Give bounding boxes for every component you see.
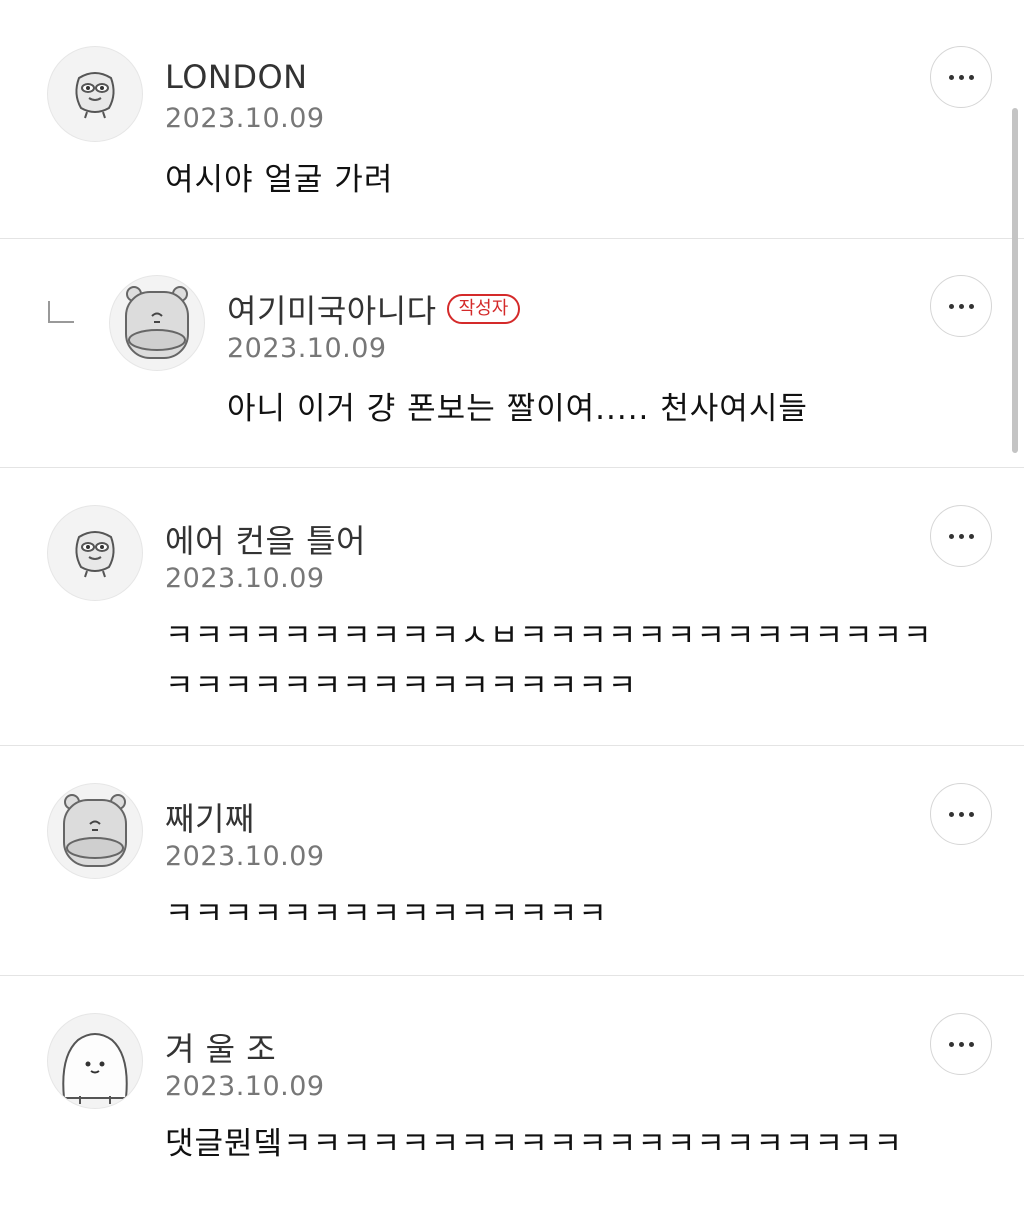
avatar[interactable] <box>47 505 143 601</box>
comment-item: 겨 울 조 2023.10.09 댓글뭔뎈ㅋㅋㅋㅋㅋㅋㅋㅋㅋㅋㅋㅋㅋㅋㅋㅋㅋㅋㅋ… <box>0 976 1024 1231</box>
comment-date: 2023.10.09 <box>165 1071 325 1102</box>
more-options-button[interactable] <box>930 783 992 845</box>
frog-face-icon <box>75 72 115 119</box>
comment-author[interactable]: 겨 울 조 <box>165 1024 276 1070</box>
comment-date: 2023.10.09 <box>165 563 325 594</box>
comment-body: ㅋㅋㅋㅋㅋㅋㅋㅋㅋㅋㅅㅂㅋㅋㅋㅋㅋㅋㅋㅋㅋㅋㅋㅋㅋㅋㅋㅋㅋㅋㅋㅋㅋㅋㅋㅋㅋㅋㅋㅋ… <box>165 618 933 704</box>
more-options-button[interactable] <box>930 1013 992 1075</box>
avatar[interactable] <box>47 783 143 879</box>
bear-icon <box>63 794 127 867</box>
comment-author[interactable]: LONDON <box>165 58 308 96</box>
comment-date: 2023.10.09 <box>165 841 325 872</box>
frog-face-icon <box>75 531 115 578</box>
avatar[interactable] <box>109 275 205 371</box>
author-badge: 작성자 <box>446 294 521 324</box>
avatar[interactable] <box>47 1013 143 1109</box>
comment-item: 에어 컨을 틀어 2023.10.09 ㅋㅋㅋㅋㅋㅋㅋㅋㅋㅋㅅㅂㅋㅋㅋㅋㅋㅋㅋㅋ… <box>0 468 1024 746</box>
comment-date: 2023.10.09 <box>227 333 387 364</box>
avatar[interactable] <box>47 46 143 142</box>
comment-author[interactable]: 여기미국아니다 작성자 <box>227 286 521 332</box>
more-options-button[interactable] <box>930 46 992 108</box>
reply-arrow-icon <box>48 301 74 323</box>
comment-body: ㅋㅋㅋㅋㅋㅋㅋㅋㅋㅋㅋㅋㅋㅋㅋ <box>165 896 608 932</box>
comment-item: 째기째 2023.10.09 ㅋㅋㅋㅋㅋㅋㅋㅋㅋㅋㅋㅋㅋㅋㅋ <box>0 746 1024 976</box>
comment-list: LONDON 2023.10.09 여시야 얼굴 가려 여기미국아니다 작성자 … <box>0 0 1024 1231</box>
bear-icon <box>125 286 189 359</box>
comment-body: 여시야 얼굴 가려 <box>165 162 394 198</box>
scrollbar[interactable] <box>1012 108 1018 453</box>
comment-body: 아니 이거 걍 폰보는 짤이여..... 천사여시들 <box>227 391 808 427</box>
more-options-button[interactable] <box>930 505 992 567</box>
round-face-icon <box>62 1033 128 1104</box>
comment-item-reply: 여기미국아니다 작성자 2023.10.09 아니 이거 걍 폰보는 짤이여..… <box>0 239 1024 468</box>
more-options-button[interactable] <box>930 275 992 337</box>
comment-date: 2023.10.09 <box>165 103 325 134</box>
comment-author[interactable]: 에어 컨을 틀어 <box>165 516 366 562</box>
comment-item: LONDON 2023.10.09 여시야 얼굴 가려 <box>0 0 1024 239</box>
comment-author[interactable]: 째기째 <box>165 794 255 840</box>
comment-body: 댓글뭔뎈ㅋㅋㅋㅋㅋㅋㅋㅋㅋㅋㅋㅋㅋㅋㅋㅋㅋㅋㅋㅋㅋ <box>165 1126 903 1162</box>
